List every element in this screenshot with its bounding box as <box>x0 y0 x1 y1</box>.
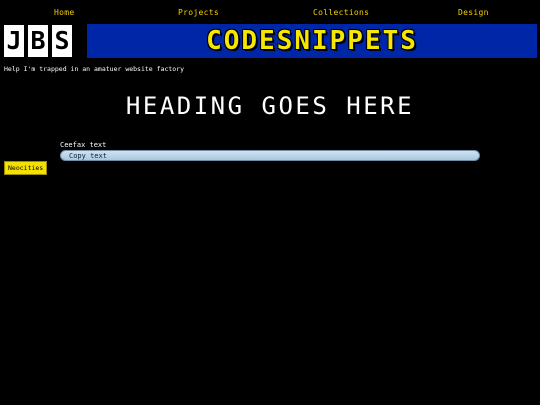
site-logo[interactable]: J B S <box>3 24 73 58</box>
nav-collections-link[interactable]: Collections <box>313 8 369 17</box>
nav-projects-link[interactable]: Projects <box>178 8 219 17</box>
site-tagline: Help I'm trapped in an amatuer website f… <box>4 65 185 73</box>
nav-design-link[interactable]: Design <box>458 8 489 17</box>
top-nav: Home Projects Collections Design <box>0 8 540 20</box>
nav-home-link[interactable]: Home <box>54 8 74 17</box>
logo-letter-s: S <box>51 24 73 58</box>
neocities-badge[interactable]: Neocities <box>4 161 48 175</box>
logo-letter-b: B <box>27 24 49 58</box>
banner-title: CODESNIPPETS <box>206 26 418 56</box>
ceefax-field-label: Ceefax text <box>60 141 107 149</box>
site-banner: CODESNIPPETS <box>87 24 537 58</box>
copy-text-input[interactable] <box>60 150 480 161</box>
page-heading: HEADING GOES HERE <box>125 92 415 120</box>
logo-letter-j: J <box>3 24 25 58</box>
page: Home Projects Collections Design J B S C… <box>0 0 540 405</box>
